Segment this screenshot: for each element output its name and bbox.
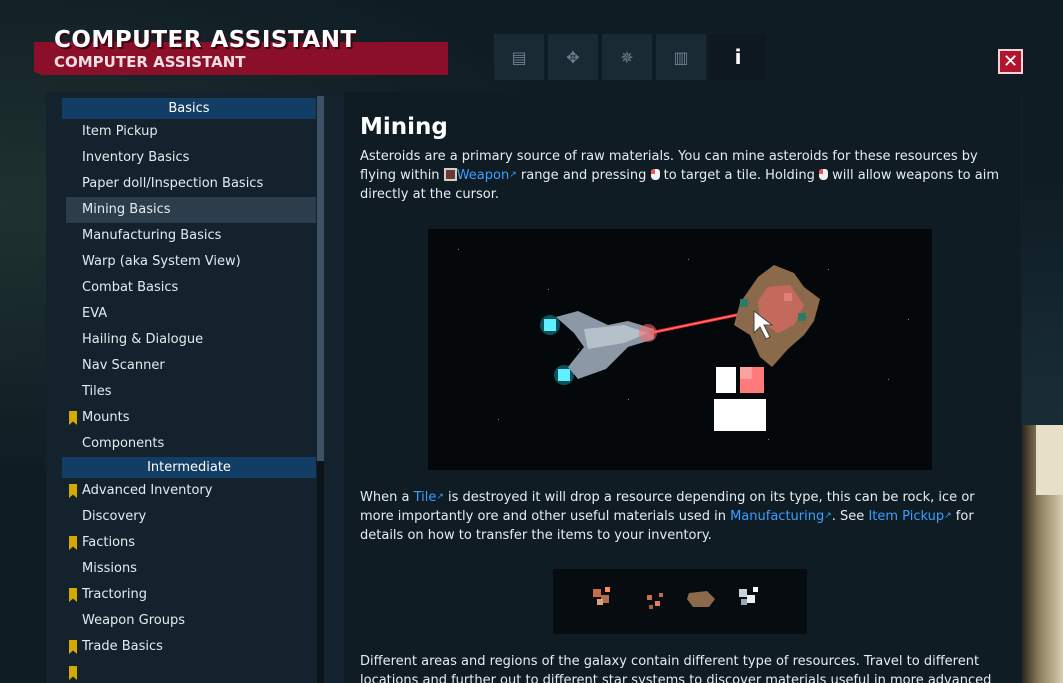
weapon-link[interactable]: Weapon: [457, 168, 510, 183]
ice-sprite: [739, 587, 758, 605]
external-link-icon: ↗: [509, 170, 517, 180]
tab-bar-chart[interactable]: ▥: [656, 34, 706, 80]
sidebar-item-label: Components: [82, 436, 165, 451]
left-mouse-button-icon: [650, 169, 660, 180]
sidebar-item[interactable]: Mounts: [62, 405, 316, 431]
sidebar-item-label: Paper doll/Inspection Basics: [82, 176, 264, 191]
sidebar-item-label: Manufacturing Basics: [82, 228, 222, 243]
article-content: Mining Asteroids are a primary source of…: [344, 92, 1021, 683]
text-span: When a: [360, 490, 414, 505]
sidebar-item-label: Trade Basics: [82, 639, 163, 654]
bookmark-flag-icon: [69, 666, 77, 680]
info-icon: i: [734, 45, 742, 69]
sidebar-item[interactable]: [62, 660, 316, 683]
sidebar-item[interactable]: Item Pickup: [62, 119, 316, 145]
tab-document[interactable]: ▤: [494, 34, 544, 80]
topic-sidebar: Basics Item Pickup Inventory Basics Paper d…: [62, 98, 316, 683]
sidebar-item[interactable]: Missions: [62, 556, 316, 582]
sidebar-item[interactable]: Trade Basics: [62, 634, 316, 660]
sidebar-item[interactable]: Paper doll/Inspection Basics: [62, 171, 316, 197]
text-span: range and pressing: [516, 168, 651, 183]
sidebar-item[interactable]: Mining Basics: [66, 197, 316, 223]
sidebar-item[interactable]: Tractoring: [62, 582, 316, 608]
ore-chunk-sprite: [593, 587, 610, 605]
sidebar-item-label: Mounts: [82, 410, 130, 425]
text-span: to target a tile. Holding: [659, 168, 819, 183]
bookmark-flag-icon: [69, 588, 77, 602]
tab-info[interactable]: i: [710, 34, 766, 80]
ore-fragments-sprite: [647, 593, 663, 609]
tab-bar: ▤ ✥ ✵ ▥ i: [494, 34, 766, 80]
bookmark-flag-icon: [69, 536, 77, 550]
background-ship-hull: [1022, 425, 1063, 683]
sidebar-item[interactable]: Combat Basics: [62, 275, 316, 301]
bookmark-flag-icon: [69, 484, 77, 498]
sidebar-item-label: EVA: [82, 306, 108, 321]
weapon-icon: [443, 168, 457, 181]
bookmark-flag-icon: [69, 411, 77, 425]
sidebar-item[interactable]: EVA: [62, 301, 316, 327]
window-subtitle: COMPUTER ASSISTANT: [54, 53, 246, 71]
sidebar-item[interactable]: Advanced Inventory: [62, 478, 316, 504]
sidebar-item-label: Hailing & Dialogue: [82, 332, 204, 347]
sidebar-section-header[interactable]: Intermediate: [62, 457, 316, 478]
sidebar-item[interactable]: Tiles: [62, 379, 316, 405]
sidebar-item-label: Combat Basics: [82, 280, 179, 295]
article-paragraph-1: Asteroids are a primary source of raw ma…: [360, 147, 1000, 204]
sidebar-item-label: Mining Basics: [82, 202, 171, 217]
external-link-icon: ↗: [944, 511, 952, 521]
sidebar-item[interactable]: Inventory Basics: [62, 145, 316, 171]
sidebar-item-label: Item Pickup: [82, 124, 158, 139]
mining-illustration: [428, 229, 932, 470]
handshake-icon: ✥: [566, 47, 580, 67]
tab-handshake[interactable]: ✥: [548, 34, 598, 80]
close-button[interactable]: ✕: [998, 49, 1023, 74]
sidebar-item-label: Tiles: [82, 384, 112, 399]
asteroid-sprite: [734, 265, 820, 367]
sidebar-item-label: Missions: [82, 561, 137, 576]
ship-sprite: [540, 311, 654, 385]
manufacturing-link[interactable]: Manufacturing: [730, 509, 824, 524]
sidebar-item[interactable]: Factions: [62, 530, 316, 556]
rock-sprite: [687, 591, 715, 607]
sidebar-item[interactable]: Nav Scanner: [62, 353, 316, 379]
window-title: COMPUTER ASSISTANT: [54, 27, 357, 53]
bookmark-flag-icon: [69, 640, 77, 654]
sidebar-item[interactable]: Warp (aka System View): [62, 249, 316, 275]
sidebar-item-label: Discovery: [82, 509, 147, 524]
sidebar-section-header[interactable]: Basics: [62, 98, 316, 119]
sidebar-item[interactable]: Discovery: [62, 504, 316, 530]
sidebar-item-label: Warp (aka System View): [82, 254, 241, 269]
left-mouse-button-icon: [819, 169, 828, 180]
sidebar-item[interactable]: Manufacturing Basics: [62, 223, 316, 249]
sidebar-item-label: Advanced Inventory: [82, 483, 213, 498]
sidebar-item-label: Tractoring: [82, 587, 147, 602]
sidebar-item-label: Inventory Basics: [82, 150, 190, 165]
text-span: . See: [831, 509, 869, 524]
document-icon: ▤: [511, 47, 527, 67]
sidebar-item-label: Nav Scanner: [82, 358, 165, 373]
tab-globe[interactable]: ✵: [602, 34, 652, 80]
sidebar-item[interactable]: Weapon Groups: [62, 608, 316, 634]
mouse-sprite: [714, 367, 766, 431]
article-paragraph-3: Different areas and regions of the galax…: [360, 654, 992, 683]
item-pickup-link[interactable]: Item Pickup: [868, 509, 944, 524]
article-title: Mining: [360, 114, 448, 140]
sidebar-item-label: Weapon Groups: [82, 613, 185, 628]
external-link-icon: ↗: [824, 511, 832, 521]
globe-icon: ✵: [620, 47, 634, 67]
sidebar-item[interactable]: Hailing & Dialogue: [62, 327, 316, 353]
bar-chart-icon: ▥: [673, 47, 689, 67]
article-paragraph-2: When a Tile↗ is destroyed it will drop a…: [360, 488, 1000, 545]
external-link-icon: ↗: [436, 492, 444, 502]
sidebar-scrollbar-thumb[interactable]: [317, 96, 324, 461]
sidebar-item[interactable]: Components: [62, 431, 316, 457]
resources-illustration: [553, 569, 807, 634]
sidebar-item-label: Factions: [82, 535, 136, 550]
tile-link[interactable]: Tile: [414, 490, 437, 505]
